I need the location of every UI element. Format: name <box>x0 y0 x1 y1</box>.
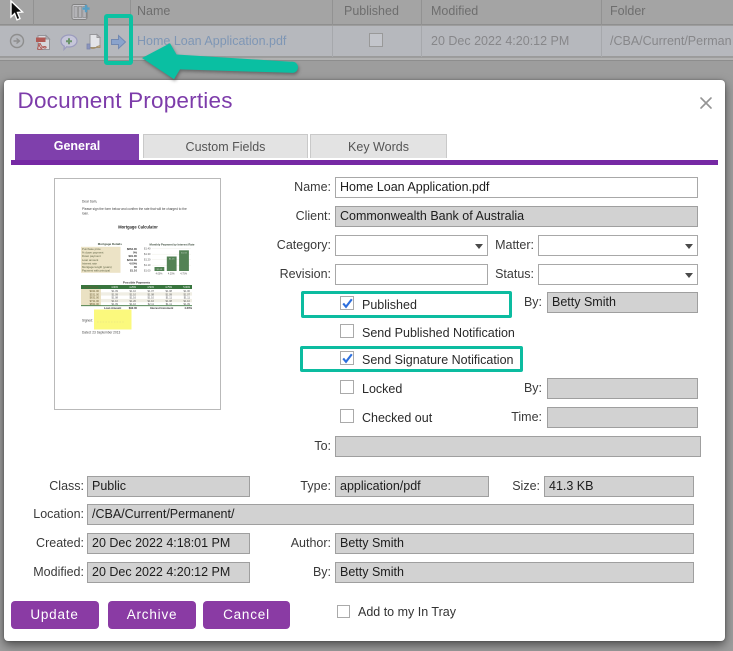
svg-text:4.00%: 4.00% <box>111 286 119 289</box>
svg-text:Dear Sam,: Dear Sam, <box>82 200 97 204</box>
svg-text:Payment with principal: Payment with principal <box>82 269 110 273</box>
svg-text:$1.20: $1.20 <box>144 258 151 262</box>
svg-text:$1.30: $1.30 <box>144 252 151 256</box>
svg-text:Mortgage Details: Mortgage Details <box>98 242 123 246</box>
svg-text:$1.00: $1.00 <box>144 269 151 273</box>
svg-text:$1.10: $1.10 <box>144 263 151 267</box>
svg-text:$1.10: $1.10 <box>130 269 137 273</box>
svg-text:$92.00: $92.00 <box>129 306 138 310</box>
svg-text:Mortgage Calculator: Mortgage Calculator <box>118 225 158 230</box>
svg-text:4.75%: 4.75% <box>180 273 188 276</box>
svg-text:4.00%: 4.00% <box>156 273 164 276</box>
svg-text:Interest Increment: Interest Increment <box>150 306 173 310</box>
svg-text:$1.40: $1.40 <box>144 247 151 251</box>
svg-text:4.20%: 4.20% <box>184 306 192 310</box>
svg-text:$1.26: $1.26 <box>169 259 175 261</box>
svg-text:4.25%: 4.25% <box>168 273 176 276</box>
svg-text:5.00%: 5.00% <box>183 286 191 289</box>
svg-text:Loan Amount: Loan Amount <box>104 306 121 310</box>
svg-text:Possible Payments: Possible Payments <box>123 281 151 285</box>
svg-text:Loan Amount: Loan Amount <box>84 286 98 289</box>
svg-text:loan.: loan. <box>82 211 89 215</box>
svg-text:Please sign the form below and: Please sign the form below and confirm t… <box>82 207 187 211</box>
svg-text:$1.03: $1.03 <box>157 269 163 271</box>
svg-text:4.25%: 4.25% <box>129 286 137 289</box>
svg-text:4.75%: 4.75% <box>165 286 173 289</box>
svg-text:4.50%: 4.50% <box>147 286 155 289</box>
svg-text:$1.33: $1.33 <box>181 252 187 254</box>
svg-text:Signed:: Signed: <box>82 319 93 323</box>
svg-text:Monthly Payment by Interest Ra: Monthly Payment by Interest Rate <box>150 242 195 246</box>
svg-text:Dated: 23 September 2013: Dated: 23 September 2013 <box>82 331 121 335</box>
